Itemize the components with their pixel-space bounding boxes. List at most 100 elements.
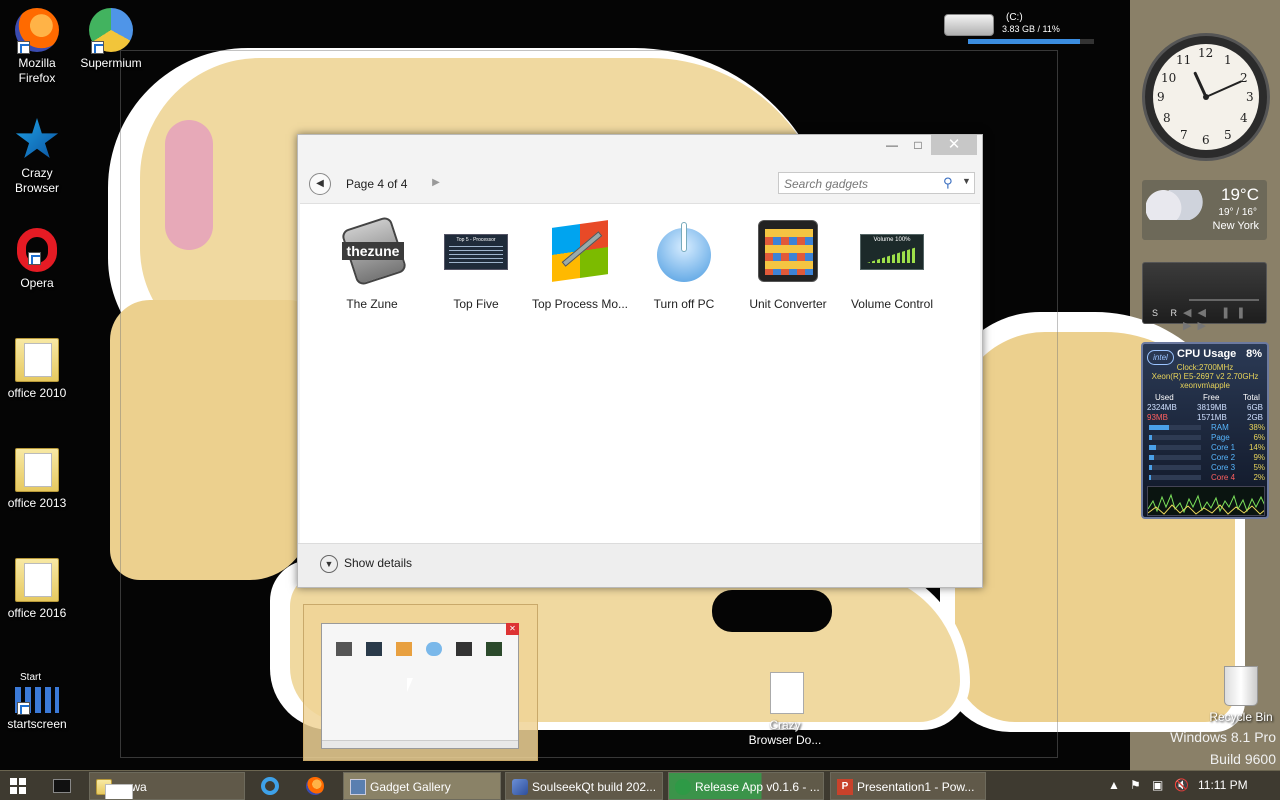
network-icon[interactable]: ▣ <box>1152 778 1163 792</box>
internet-explorer-icon <box>261 777 279 795</box>
minimize-button[interactable]: — <box>878 135 906 155</box>
windows-tools-icon <box>548 220 612 284</box>
desktop-icon-firefox[interactable]: Mozilla Firefox <box>0 8 74 86</box>
gadget-gallery-window[interactable]: — □ ✕ ◀ Page 4 of 4 ▶ Search gadgets ⚲ ▼… <box>297 134 983 588</box>
desktop-icon-recycle-bin[interactable]: Recycle Bin <box>1206 666 1276 724</box>
meter-row: Core 2 9% <box>1147 453 1265 462</box>
taskbar-clock[interactable]: 11:11 PM <box>1198 778 1248 792</box>
cpu-model: Xeon(R) E5-2697 v2 2.70GHz <box>1151 372 1259 381</box>
close-button[interactable]: ✕ <box>931 135 977 155</box>
meter-fill <box>1149 445 1157 450</box>
search-icon[interactable]: ⚲ <box>943 175 953 191</box>
opera-icon <box>17 228 57 272</box>
chevron-down-icon[interactable]: ▼ <box>962 176 971 186</box>
action-center-flag-icon[interactable]: ⚑ <box>1130 778 1141 792</box>
gadget-item-top-five[interactable]: Top 5 - Processor Top Five <box>426 220 526 311</box>
volume-muted-icon[interactable]: 🔇 <box>1174 778 1189 792</box>
window-titlebar[interactable]: — □ ✕ <box>298 135 982 159</box>
system-tray: ▲ ⚑ ▣ 🔇 11:11 PM <box>1100 771 1280 800</box>
gadget-name: The Zune <box>346 297 398 311</box>
taskbar-task-powerpoint[interactable]: P Presentation1 - Pow... <box>830 772 986 800</box>
desktop-icon-crazy-browser-doc[interactable]: Crazy Browser Do... <box>748 718 822 748</box>
taskbar-task-gadget-gallery[interactable]: Gadget Gallery <box>343 772 501 800</box>
thumbnail-window: ✕ <box>321 623 519 749</box>
next-icon[interactable]: ▶▶ <box>1183 320 1212 332</box>
desktop-icon-label: startscreen <box>7 717 67 731</box>
thumbnail-close-button[interactable]: ✕ <box>506 623 519 635</box>
previous-icon[interactable]: ◀◀ <box>1183 307 1212 319</box>
page-used: 93MB <box>1147 413 1168 422</box>
gadget-name: Turn off PC <box>653 297 715 311</box>
desktop-icon-supermium[interactable]: Supermium <box>74 8 148 71</box>
gadget-item-the-zune[interactable]: thezune The Zune <box>322 215 422 311</box>
gadget-item-top-process-monitor[interactable]: Top Process Mo... <box>530 220 630 311</box>
taskbar-pin-firefox[interactable] <box>297 772 333 800</box>
firefox-icon <box>15 8 59 54</box>
previous-page-button[interactable]: ◀ <box>309 173 331 195</box>
show-hidden-icons-button[interactable]: ▲ <box>1108 778 1120 792</box>
weather-gadget[interactable]: 19°C 19° / 16° New York <box>1142 180 1267 240</box>
weather-temperature: 19°C <box>1221 185 1259 204</box>
clock-minute-hand <box>1205 80 1242 98</box>
meter-value: 38% <box>1248 423 1265 432</box>
taskbar-task-wawa[interactable]: wawa <box>89 772 245 800</box>
taskbar-task-soulseekqt[interactable]: SoulseekQt build 202... <box>505 772 663 800</box>
clock-face: 12 1 2 3 4 5 6 7 8 9 10 11 <box>1153 44 1259 150</box>
thumbnail-gadget <box>486 642 502 656</box>
meter-value: 9% <box>1253 453 1265 462</box>
windows-watermark: Windows 8.1 Pro Build 9600 <box>1170 726 1276 770</box>
zune-wordmark: thezune <box>342 242 404 260</box>
desktop-icon-opera[interactable]: Opera <box>0 228 74 291</box>
release-app-icon <box>675 779 691 795</box>
show-details-label[interactable]: Show details <box>344 556 412 570</box>
drive-meter-gadget[interactable]: (C:) 3.83 GB / 11% <box>944 10 1104 50</box>
gadget-grid: thezune The Zune Top 5 - Processor Top F… <box>300 203 980 543</box>
ram-total: 6GB <box>1247 403 1264 412</box>
gadget-item-turn-off-pc[interactable]: Turn off PC <box>634 220 734 311</box>
cpu-usage-gadget[interactable]: intel CPU Usage 8% Clock:2700MHz Xeon(R)… <box>1141 342 1269 519</box>
windows-logo-icon <box>10 778 26 794</box>
taskbar-pin-ie[interactable] <box>252 772 288 800</box>
media-player-gadget[interactable]: S R ◀◀ ❚❚ ▶▶ <box>1142 262 1267 332</box>
meter-value: 14% <box>1248 443 1265 452</box>
converter-box <box>758 220 818 282</box>
desktop-icon-office-2010[interactable]: office 2010 <box>0 338 74 401</box>
next-page-button[interactable]: ▶ <box>425 173 447 195</box>
clock-center <box>1203 94 1209 100</box>
taskbar-task-release-app[interactable]: Release App v0.1.6 - ... <box>668 772 824 800</box>
clock-gadget[interactable]: 12 1 2 3 4 5 6 7 8 9 10 11 <box>1142 33 1270 161</box>
desktop-icon-label: office 2013 <box>7 496 67 510</box>
desktop-icon-crazy-browser[interactable]: Crazy Browser <box>0 118 74 196</box>
taskbar-pin-start[interactable] <box>44 772 80 800</box>
power-icon <box>652 220 716 284</box>
drive-usage-bar <box>968 39 1094 44</box>
meter-label: RAM <box>1211 423 1229 432</box>
volume-panel: Volume 100% <box>860 234 924 270</box>
start-button[interactable] <box>0 772 36 800</box>
media-controls[interactable]: ◀◀ ❚❚ ▶▶ <box>1183 306 1266 332</box>
meter-row: Core 4 2% <box>1147 473 1265 482</box>
gadget-item-volume-control[interactable]: Volume 100% Volume Control <box>842 220 942 311</box>
recycle-bin-icon <box>1224 666 1258 706</box>
weather-city: New York <box>1212 220 1259 232</box>
taskbar-thumbnail-preview[interactable]: ✕ <box>303 604 538 761</box>
desktop-icon-label: Crazy <box>21 166 53 180</box>
thumbnail-gadget <box>426 642 442 656</box>
converter-symbols <box>765 229 813 275</box>
meter-row: RAM 38% <box>1147 423 1265 432</box>
gadget-item-unit-converter[interactable]: Unit Converter <box>738 220 838 311</box>
search-gadgets-input[interactable]: Search gadgets ⚲ ▼ <box>778 172 975 194</box>
media-seek-bar[interactable] <box>1189 299 1259 301</box>
expand-details-button[interactable]: ▼ <box>320 555 338 573</box>
desktop-icon-startscreen[interactable]: Start startscreen <box>0 670 74 732</box>
unit-converter-icon <box>756 220 820 284</box>
maximize-button[interactable]: □ <box>904 135 932 155</box>
desktop-icon-label: office 2010 <box>7 386 67 400</box>
desktop-icon-office-2016[interactable]: office 2016 <box>0 558 74 621</box>
volume-panel-label: Volume 100% <box>873 237 911 243</box>
pause-icon[interactable]: ❚❚ <box>1221 307 1251 319</box>
cloud-icon <box>1146 190 1204 220</box>
page-label: Page 4 of 4 <box>346 177 408 191</box>
desktop-icon-office-2013[interactable]: office 2013 <box>0 448 74 511</box>
cpu-percent: 8% <box>1246 348 1262 360</box>
